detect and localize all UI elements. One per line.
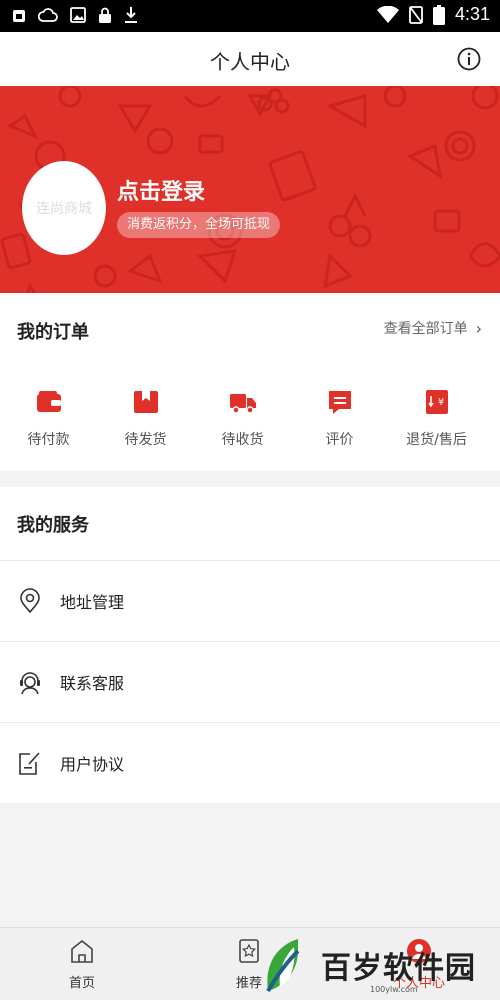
location-pin-icon xyxy=(20,588,40,614)
download-icon xyxy=(125,7,137,23)
order-pending-receipt-label: 待收货 xyxy=(221,432,264,448)
profile-banner: 连尚商城 点击登录 消费返积分，全场可抵现 xyxy=(0,86,500,293)
agreement-icon xyxy=(19,752,40,775)
sim-icon xyxy=(13,10,25,22)
system-status: 4:31 xyxy=(376,4,490,25)
customer-service-icon xyxy=(20,672,40,695)
clock: 4:31 xyxy=(454,4,490,24)
comment-icon xyxy=(328,391,351,414)
avatar-placeholder-text: 连尚商城 xyxy=(36,201,92,217)
view-all-orders-label: 查看全部订单 xyxy=(383,321,468,337)
order-pending-payment[interactable]: 待付款 xyxy=(0,388,97,449)
customer-service-label: 联系客服 xyxy=(60,674,125,693)
address-management-label: 地址管理 xyxy=(60,593,125,612)
lock-icon xyxy=(99,7,111,23)
view-all-orders-link[interactable]: 查看全部订单 › xyxy=(384,318,482,338)
order-review[interactable]: 评价 xyxy=(291,388,388,449)
address-management-item[interactable]: 地址管理 xyxy=(0,560,500,641)
customer-service-item[interactable]: 联系客服 xyxy=(0,641,500,722)
wifi-icon xyxy=(376,5,399,23)
orders-heading: 我的订单 xyxy=(17,322,89,343)
nav-home[interactable]: 首页 xyxy=(69,938,95,991)
no-sim-icon xyxy=(409,5,423,24)
info-icon[interactable] xyxy=(457,47,481,71)
watermark-text: 百岁软件园 xyxy=(321,951,476,986)
box-icon xyxy=(133,391,158,413)
user-agreement-label: 用户协议 xyxy=(60,755,125,774)
chevron-right-icon: › xyxy=(475,318,482,338)
notification-icons xyxy=(12,6,138,24)
avatar[interactable]: 连尚商城 xyxy=(22,161,106,255)
cloud-icon xyxy=(38,8,58,22)
leaf-logo-icon xyxy=(266,939,300,992)
svg-text:¥: ¥ xyxy=(437,397,443,408)
app-bar: 个人中心 xyxy=(0,32,500,86)
order-pending-payment-label: 待付款 xyxy=(27,432,70,448)
refund-icon: ¥ xyxy=(425,390,448,414)
login-link[interactable]: 点击登录 xyxy=(117,174,205,206)
order-pending-shipment-label: 待发货 xyxy=(124,432,167,448)
points-badge: 消费返积分，全场可抵现 xyxy=(117,212,281,238)
orders-section: 我的订单 查看全部订单 › 待付款 待发货 待收货 评价 ¥ 退货/售后 xyxy=(0,293,500,471)
order-status-row: 待付款 待发货 待收货 评价 ¥ 退货/售后 xyxy=(0,388,500,449)
services-heading: 我的服务 xyxy=(17,515,89,536)
order-pending-receipt[interactable]: 待收货 xyxy=(194,388,291,449)
image-icon xyxy=(70,7,86,23)
home-icon xyxy=(71,939,93,963)
order-refund-label: 退货/售后 xyxy=(406,432,467,448)
page-title: 个人中心 xyxy=(210,50,290,74)
nav-home-label: 首页 xyxy=(69,976,96,991)
watermark-url: 100ylw.com xyxy=(370,985,418,994)
wallet-icon xyxy=(36,391,61,412)
order-review-label: 评价 xyxy=(325,432,354,448)
status-bar: 4:31 xyxy=(0,0,500,32)
order-pending-shipment[interactable]: 待发货 xyxy=(97,388,194,449)
services-section: 我的服务 地址管理 联系客服 用户协议 xyxy=(0,487,500,803)
order-refund[interactable]: ¥ 退货/售后 xyxy=(388,388,485,449)
user-agreement-item[interactable]: 用户协议 xyxy=(0,722,500,803)
watermark: 百岁软件园 100ylw.com xyxy=(258,935,498,997)
truck-icon xyxy=(229,394,256,414)
battery-icon xyxy=(432,4,445,25)
